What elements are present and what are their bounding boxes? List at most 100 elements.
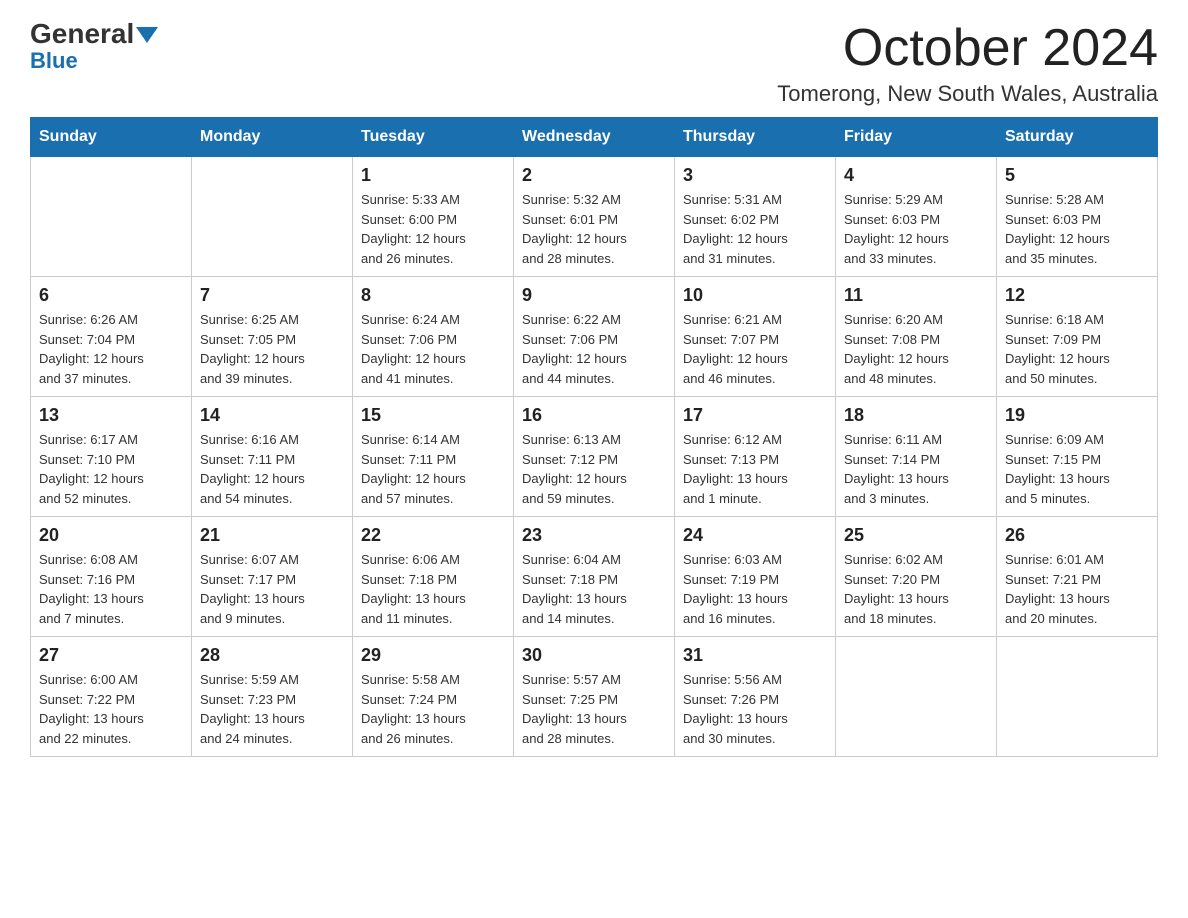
day-number: 28: [200, 645, 344, 666]
week-row-1: 6 Sunrise: 6:26 AM Sunset: 7:04 PM Daylig…: [31, 277, 1158, 397]
day-info: Sunrise: 6:22 AM Sunset: 7:06 PM Dayligh…: [522, 310, 666, 388]
calendar-cell-4-0: 27 Sunrise: 6:00 AM Sunset: 7:22 PM Dayli…: [31, 637, 192, 757]
day-info: Sunrise: 6:11 AM Sunset: 7:14 PM Dayligh…: [844, 430, 988, 508]
calendar-cell-4-1: 28 Sunrise: 5:59 AM Sunset: 7:23 PM Dayli…: [192, 637, 353, 757]
day-number: 17: [683, 405, 827, 426]
day-number: 12: [1005, 285, 1149, 306]
calendar-cell-4-6: [997, 637, 1158, 757]
calendar-cell-1-3: 9 Sunrise: 6:22 AM Sunset: 7:06 PM Daylig…: [514, 277, 675, 397]
calendar-cell-0-6: 5Sunrise: 5:28 AM Sunset: 6:03 PM Daylig…: [997, 157, 1158, 277]
header-thursday: Thursday: [675, 118, 836, 157]
calendar-cell-2-3: 16Sunrise: 6:13 AM Sunset: 7:12 PM Dayli…: [514, 397, 675, 517]
calendar-cell-4-3: 30 Sunrise: 5:57 AM Sunset: 7:25 PM Dayli…: [514, 637, 675, 757]
day-info: Sunrise: 6:17 AM Sunset: 7:10 PM Dayligh…: [39, 430, 183, 508]
calendar-cell-0-4: 3 Sunrise: 5:31 AM Sunset: 6:02 PM Daylig…: [675, 157, 836, 277]
day-number: 30: [522, 645, 666, 666]
calendar-cell-4-5: [836, 637, 997, 757]
calendar-cell-2-4: 17 Sunrise: 6:12 AM Sunset: 7:13 PM Dayli…: [675, 397, 836, 517]
header-saturday: Saturday: [997, 118, 1158, 157]
logo: General Blue: [30, 20, 158, 74]
day-info: Sunrise: 5:29 AM Sunset: 6:03 PM Dayligh…: [844, 190, 988, 268]
day-number: 29: [361, 645, 505, 666]
day-info: Sunrise: 6:07 AM Sunset: 7:17 PM Dayligh…: [200, 550, 344, 628]
day-number: 9: [522, 285, 666, 306]
day-number: 24: [683, 525, 827, 546]
calendar-cell-2-2: 15Sunrise: 6:14 AM Sunset: 7:11 PM Dayli…: [353, 397, 514, 517]
logo-blue-text: Blue: [30, 48, 78, 73]
calendar-cell-3-3: 23 Sunrise: 6:04 AM Sunset: 7:18 PM Dayli…: [514, 517, 675, 637]
day-number: 18: [844, 405, 988, 426]
day-number: 13: [39, 405, 183, 426]
day-info: Sunrise: 6:08 AM Sunset: 7:16 PM Dayligh…: [39, 550, 183, 628]
day-info: Sunrise: 6:18 AM Sunset: 7:09 PM Dayligh…: [1005, 310, 1149, 388]
day-number: 10: [683, 285, 827, 306]
calendar-cell-1-4: 10Sunrise: 6:21 AM Sunset: 7:07 PM Dayli…: [675, 277, 836, 397]
day-number: 15: [361, 405, 505, 426]
day-info: Sunrise: 6:26 AM Sunset: 7:04 PM Dayligh…: [39, 310, 183, 388]
day-info: Sunrise: 6:06 AM Sunset: 7:18 PM Dayligh…: [361, 550, 505, 628]
calendar-cell-1-6: 12 Sunrise: 6:18 AM Sunset: 7:09 PM Dayli…: [997, 277, 1158, 397]
day-number: 8: [361, 285, 505, 306]
day-number: 1: [361, 165, 505, 186]
page-title: October 2024: [777, 20, 1158, 77]
day-info: Sunrise: 6:04 AM Sunset: 7:18 PM Dayligh…: [522, 550, 666, 628]
calendar-cell-0-5: 4 Sunrise: 5:29 AM Sunset: 6:03 PM Daylig…: [836, 157, 997, 277]
day-info: Sunrise: 6:02 AM Sunset: 7:20 PM Dayligh…: [844, 550, 988, 628]
calendar-cell-3-1: 21 Sunrise: 6:07 AM Sunset: 7:17 PM Dayli…: [192, 517, 353, 637]
calendar-cell-2-0: 13 Sunrise: 6:17 AM Sunset: 7:10 PM Dayli…: [31, 397, 192, 517]
calendar-cell-1-2: 8 Sunrise: 6:24 AM Sunset: 7:06 PM Daylig…: [353, 277, 514, 397]
day-info: Sunrise: 6:20 AM Sunset: 7:08 PM Dayligh…: [844, 310, 988, 388]
calendar-cell-2-6: 19Sunrise: 6:09 AM Sunset: 7:15 PM Dayli…: [997, 397, 1158, 517]
calendar-cell-3-0: 20 Sunrise: 6:08 AM Sunset: 7:16 PM Dayli…: [31, 517, 192, 637]
day-info: Sunrise: 6:24 AM Sunset: 7:06 PM Dayligh…: [361, 310, 505, 388]
day-number: 27: [39, 645, 183, 666]
calendar-cell-4-4: 31Sunrise: 5:56 AM Sunset: 7:26 PM Dayli…: [675, 637, 836, 757]
day-info: Sunrise: 6:00 AM Sunset: 7:22 PM Dayligh…: [39, 670, 183, 748]
calendar-cell-3-2: 22 Sunrise: 6:06 AM Sunset: 7:18 PM Dayli…: [353, 517, 514, 637]
calendar-cell-3-6: 26 Sunrise: 6:01 AM Sunset: 7:21 PM Dayli…: [997, 517, 1158, 637]
day-info: Sunrise: 6:01 AM Sunset: 7:21 PM Dayligh…: [1005, 550, 1149, 628]
day-info: Sunrise: 6:03 AM Sunset: 7:19 PM Dayligh…: [683, 550, 827, 628]
day-number: 14: [200, 405, 344, 426]
day-number: 16: [522, 405, 666, 426]
header-sunday: Sunday: [31, 118, 192, 157]
day-number: 6: [39, 285, 183, 306]
day-info: Sunrise: 6:16 AM Sunset: 7:11 PM Dayligh…: [200, 430, 344, 508]
day-info: Sunrise: 5:33 AM Sunset: 6:00 PM Dayligh…: [361, 190, 505, 268]
logo-general-text: General: [30, 20, 134, 48]
calendar-cell-3-5: 25Sunrise: 6:02 AM Sunset: 7:20 PM Dayli…: [836, 517, 997, 637]
header-friday: Friday: [836, 118, 997, 157]
calendar-cell-0-0: [31, 157, 192, 277]
day-info: Sunrise: 5:58 AM Sunset: 7:24 PM Dayligh…: [361, 670, 505, 748]
day-number: 4: [844, 165, 988, 186]
header-tuesday: Tuesday: [353, 118, 514, 157]
calendar-cell-3-4: 24 Sunrise: 6:03 AM Sunset: 7:19 PM Dayli…: [675, 517, 836, 637]
calendar-cell-1-1: 7Sunrise: 6:25 AM Sunset: 7:05 PM Daylig…: [192, 277, 353, 397]
day-info: Sunrise: 5:57 AM Sunset: 7:25 PM Dayligh…: [522, 670, 666, 748]
day-info: Sunrise: 5:32 AM Sunset: 6:01 PM Dayligh…: [522, 190, 666, 268]
week-row-2: 13 Sunrise: 6:17 AM Sunset: 7:10 PM Dayli…: [31, 397, 1158, 517]
day-number: 20: [39, 525, 183, 546]
header-monday: Monday: [192, 118, 353, 157]
title-block: October 2024 Tomerong, New South Wales, …: [777, 20, 1158, 107]
day-number: 26: [1005, 525, 1149, 546]
day-info: Sunrise: 6:12 AM Sunset: 7:13 PM Dayligh…: [683, 430, 827, 508]
day-number: 5: [1005, 165, 1149, 186]
day-number: 31: [683, 645, 827, 666]
calendar-cell-0-1: [192, 157, 353, 277]
day-number: 23: [522, 525, 666, 546]
calendar-cell-4-2: 29 Sunrise: 5:58 AM Sunset: 7:24 PM Dayli…: [353, 637, 514, 757]
day-info: Sunrise: 6:09 AM Sunset: 7:15 PM Dayligh…: [1005, 430, 1149, 508]
day-number: 22: [361, 525, 505, 546]
logo-arrow-icon: [136, 25, 158, 47]
day-number: 3: [683, 165, 827, 186]
day-info: Sunrise: 6:25 AM Sunset: 7:05 PM Dayligh…: [200, 310, 344, 388]
week-row-3: 20 Sunrise: 6:08 AM Sunset: 7:16 PM Dayli…: [31, 517, 1158, 637]
day-info: Sunrise: 5:31 AM Sunset: 6:02 PM Dayligh…: [683, 190, 827, 268]
calendar-cell-2-1: 14 Sunrise: 6:16 AM Sunset: 7:11 PM Dayli…: [192, 397, 353, 517]
header-wednesday: Wednesday: [514, 118, 675, 157]
day-number: 21: [200, 525, 344, 546]
day-info: Sunrise: 5:59 AM Sunset: 7:23 PM Dayligh…: [200, 670, 344, 748]
calendar-cell-1-5: 11Sunrise: 6:20 AM Sunset: 7:08 PM Dayli…: [836, 277, 997, 397]
calendar-cell-1-0: 6 Sunrise: 6:26 AM Sunset: 7:04 PM Daylig…: [31, 277, 192, 397]
